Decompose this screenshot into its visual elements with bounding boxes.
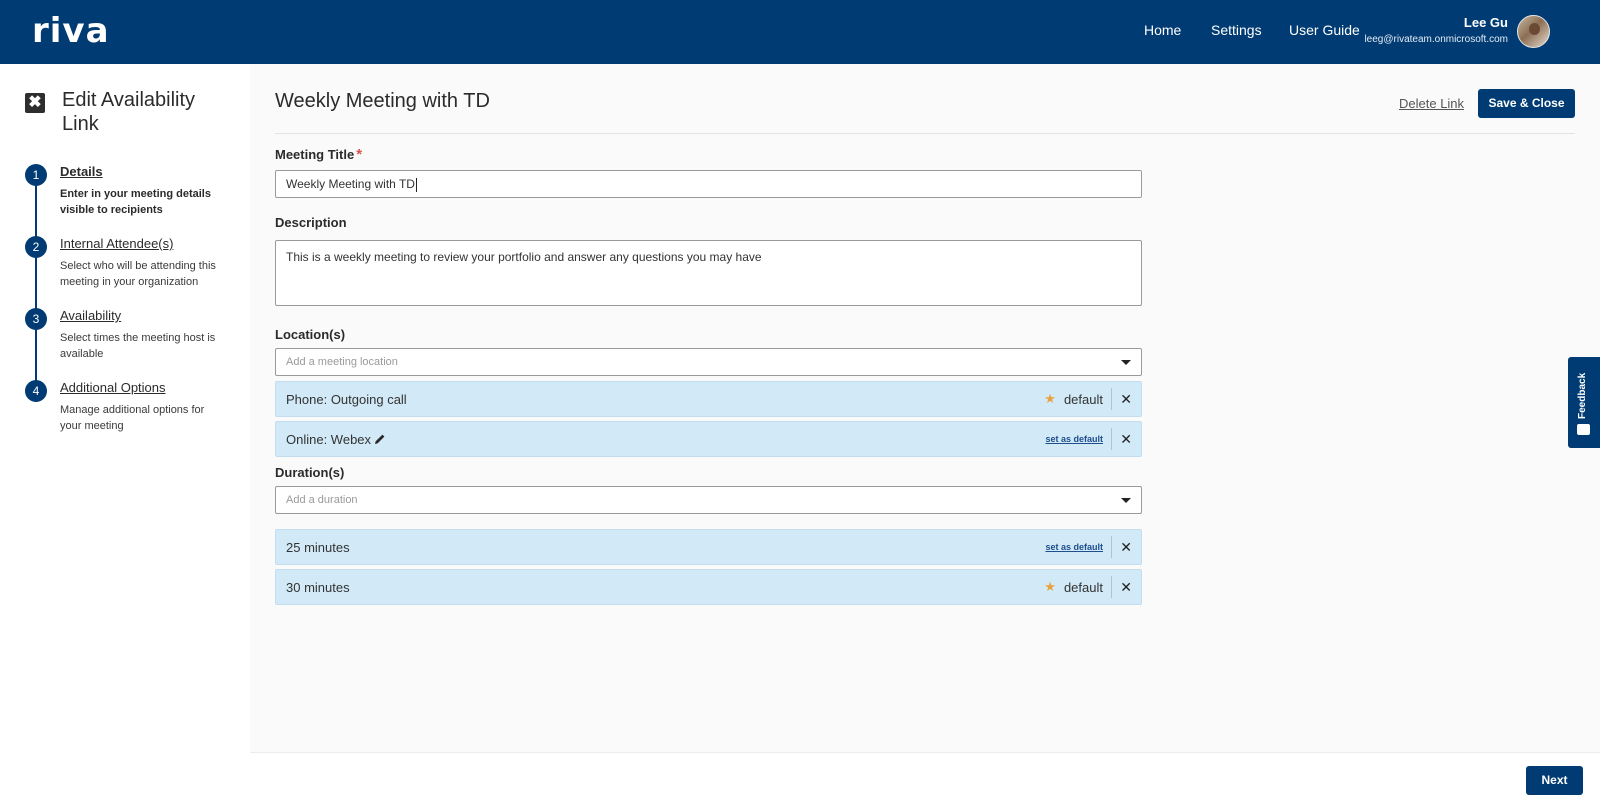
meeting-title-label-text: Meeting Title	[275, 147, 355, 162]
step-title[interactable]: Details	[60, 164, 103, 179]
durations-label: Duration(s)	[275, 465, 345, 480]
step-number: 4	[25, 380, 47, 402]
duration-chip-30: 30 minutes ★ default ✕	[275, 569, 1142, 605]
next-button[interactable]: Next	[1526, 766, 1583, 795]
location-select[interactable]: Add a meeting location	[275, 348, 1142, 376]
avatar[interactable]	[1517, 15, 1550, 48]
required-asterisk: *	[356, 146, 363, 163]
close-icon[interactable]: ✖	[25, 93, 45, 113]
step-number: 1	[25, 164, 47, 186]
description-textarea[interactable]: This is a weekly meeting to review your …	[275, 240, 1142, 306]
star-icon: ★	[1044, 391, 1056, 406]
description-label: Description	[275, 215, 347, 230]
sidebar-title: Edit Availability Link	[62, 89, 196, 135]
duration-chip-25: 25 minutes set as default ✕	[275, 529, 1142, 565]
close-icon[interactable]: ✕	[1120, 430, 1132, 448]
wizard-sidebar: ✖ Edit Availability Link 1 Details Enter…	[0, 64, 250, 807]
chip-divider	[1111, 388, 1112, 410]
location-placeholder: Add a meeting location	[286, 356, 398, 368]
chip-divider	[1111, 576, 1112, 598]
feedback-label: Feedback	[1577, 372, 1588, 419]
meeting-title-input[interactable]: Weekly Meeting with TD	[275, 170, 1142, 198]
chip-divider	[1111, 428, 1112, 450]
star-icon: ★	[1044, 579, 1056, 594]
page-title: Weekly Meeting with TD	[275, 90, 490, 112]
chevron-down-icon[interactable]	[1121, 498, 1131, 503]
text-cursor	[415, 177, 417, 192]
step-title[interactable]: Internal Attendee(s)	[60, 236, 173, 251]
step-description: Enter in your meeting details visible to…	[60, 188, 211, 216]
chip-label: 25 minutes	[286, 540, 350, 555]
set-as-default-link[interactable]: set as default	[1045, 542, 1103, 552]
pencil-icon[interactable]	[374, 433, 386, 445]
default-text: default	[1063, 391, 1103, 407]
chip-divider	[1111, 536, 1112, 558]
description-value: This is a weekly meeting to review your …	[286, 250, 762, 264]
duration-placeholder: Add a duration	[286, 494, 358, 506]
top-navigation-bar: riva Home Settings User Guide Lee Gu lee…	[0, 0, 1600, 64]
nav-home[interactable]: Home	[1144, 22, 1181, 38]
chip-label: 30 minutes	[286, 580, 350, 595]
save-close-button[interactable]: Save & Close	[1478, 89, 1575, 118]
chip-default-indicator: ★ default	[1044, 382, 1103, 416]
user-name[interactable]: Lee Gu	[1464, 15, 1508, 30]
step-number: 3	[25, 308, 47, 330]
feedback-tab[interactable]: Feedback	[1568, 357, 1600, 448]
nav-settings[interactable]: Settings	[1211, 22, 1262, 38]
step-number: 2	[25, 236, 47, 258]
step-title[interactable]: Availability	[60, 308, 121, 323]
default-text: default	[1063, 579, 1103, 595]
location-chip-webex: Online: Webex set as default ✕	[275, 421, 1142, 457]
meeting-title-label: Meeting Title *	[275, 146, 362, 163]
step-description: Select times the meeting host is availab…	[60, 332, 216, 360]
location-chip-phone: Phone: Outgoing call ★ default ✕	[275, 381, 1142, 417]
close-icon[interactable]: ✕	[1120, 578, 1132, 596]
wizard-footer: Next	[250, 752, 1600, 807]
main-content: Weekly Meeting with TD Delete Link Save …	[250, 64, 1600, 807]
step-description: Manage additional options for your meeti…	[60, 404, 205, 432]
logo-text: riva	[32, 11, 110, 51]
chevron-down-icon[interactable]	[1121, 360, 1131, 365]
chat-icon	[1577, 424, 1590, 435]
nav-user-guide[interactable]: User Guide	[1289, 22, 1360, 38]
chip-default-indicator: ★ default	[1044, 570, 1103, 604]
step-title[interactable]: Additional Options	[60, 380, 166, 395]
close-icon[interactable]: ✕	[1120, 538, 1132, 556]
meeting-title-value: Weekly Meeting with TD	[286, 177, 415, 191]
chip-label: Online: Webex	[286, 432, 372, 447]
delete-link-button[interactable]: Delete Link	[1399, 96, 1464, 111]
riva-logo[interactable]: riva	[32, 11, 110, 51]
chip-label: Phone: Outgoing call	[286, 392, 407, 407]
step-description: Select who will be attending this meetin…	[60, 260, 216, 288]
header-divider	[275, 133, 1575, 134]
step-connector-line	[35, 174, 37, 386]
set-as-default-link[interactable]: set as default	[1045, 434, 1103, 444]
user-email: leeg@rivateam.onmicrosoft.com	[1364, 34, 1508, 45]
chip-default-action: set as default	[1045, 422, 1103, 456]
locations-label: Location(s)	[275, 327, 346, 342]
close-icon[interactable]: ✕	[1120, 390, 1132, 408]
chip-default-action: set as default	[1045, 530, 1103, 564]
duration-select[interactable]: Add a duration	[275, 486, 1142, 514]
